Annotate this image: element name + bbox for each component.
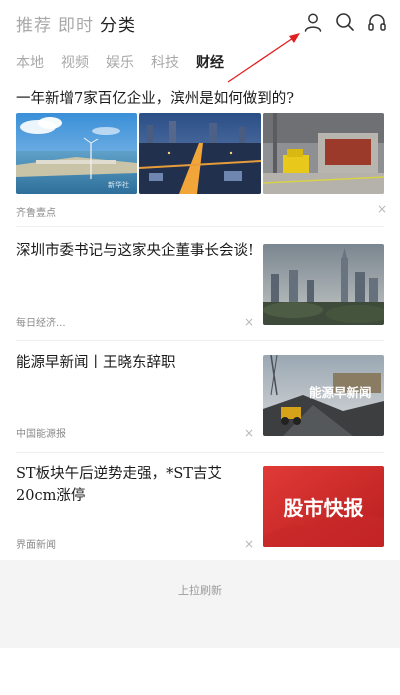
tab-recommend[interactable]: 推荐 <box>16 11 52 36</box>
headphones-icon[interactable] <box>366 11 388 33</box>
news-item-3[interactable]: 能源早新闻丨王晓东辞职 <box>16 352 254 374</box>
news-title[interactable]: 能源早新闻丨王晓东辞职 <box>16 352 254 374</box>
dismiss-icon[interactable]: × <box>244 538 254 550</box>
tab-category[interactable]: 分类 <box>100 11 136 36</box>
news-item-4[interactable]: ST板块午后逆势走强，*ST吉艾20cm涨停 <box>16 463 256 507</box>
news-image-stock-report[interactable]: 股市快报 <box>263 466 384 547</box>
news-source: 每日经济... <box>16 318 66 329</box>
image-caption: 股市快报 <box>284 496 364 520</box>
divider <box>16 452 384 453</box>
news-image-energy[interactable]: 能源早新闻 <box>263 355 384 436</box>
divider <box>16 226 384 227</box>
search-icon[interactable] <box>334 11 356 33</box>
dismiss-icon[interactable]: × <box>377 203 387 215</box>
category-local[interactable]: 本地 <box>16 52 44 72</box>
news-source: 齐鲁壹点 <box>16 208 56 219</box>
user-icon[interactable] <box>302 11 324 33</box>
pull-refresh-area[interactable]: 上拉刷新 <box>0 560 400 648</box>
category-finance[interactable]: 财经 <box>196 52 224 72</box>
category-entertainment[interactable]: 娱乐 <box>106 52 134 72</box>
news-image-port[interactable]: 新华社 <box>16 113 137 194</box>
pull-refresh-label: 上拉刷新 <box>178 584 222 597</box>
news-item-2[interactable]: 深圳市委书记与这家央企董事长会谈! <box>16 240 254 262</box>
category-bar: 本地 视频 娱乐 科技 财经 <box>0 52 400 76</box>
news-image-factory[interactable] <box>263 113 384 194</box>
dismiss-icon[interactable]: × <box>244 316 254 328</box>
category-video[interactable]: 视频 <box>61 52 89 72</box>
news-image-city-night[interactable] <box>139 113 261 194</box>
news-source: 界面新闻 <box>16 540 56 551</box>
image-watermark: 新华社 <box>108 180 129 189</box>
dismiss-icon[interactable]: × <box>244 427 254 439</box>
news-image-shenzhen-skyline[interactable] <box>263 244 384 325</box>
news-title[interactable]: 深圳市委书记与这家央企董事长会谈! <box>16 240 254 262</box>
category-tech[interactable]: 科技 <box>151 52 179 72</box>
image-caption: 能源早新闻 <box>309 385 372 400</box>
top-tab-bar: 推荐 即时 分类 <box>0 0 400 44</box>
news-item-1[interactable]: 一年新增7家百亿企业，滨州是如何做到的? <box>16 88 384 110</box>
news-title[interactable]: ST板块午后逆势走强，*ST吉艾20cm涨停 <box>16 463 256 507</box>
news-title[interactable]: 一年新增7家百亿企业，滨州是如何做到的? <box>16 88 384 110</box>
tab-realtime[interactable]: 即时 <box>58 11 94 36</box>
news-source: 中国能源报 <box>16 429 66 440</box>
divider <box>16 340 384 341</box>
